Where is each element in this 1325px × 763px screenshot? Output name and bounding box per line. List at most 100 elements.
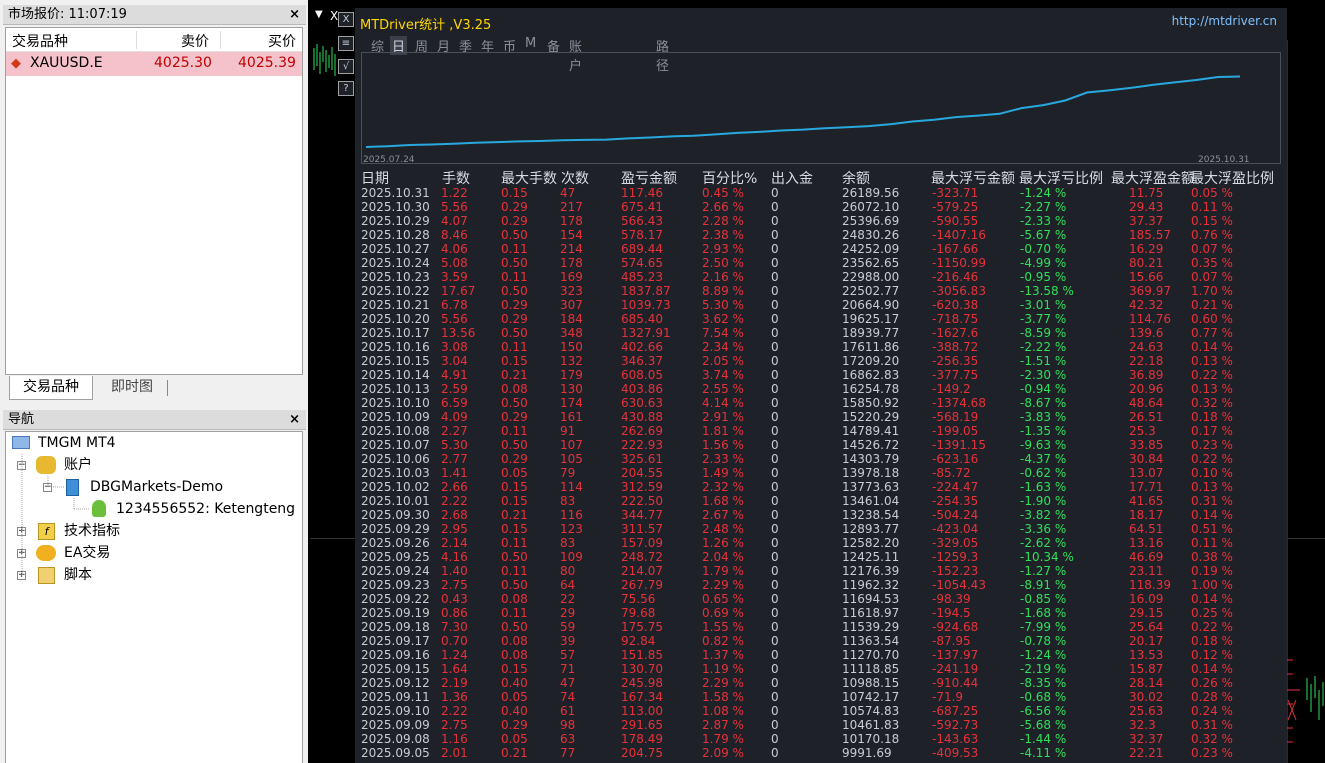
expand-ea-toggle[interactable]: + <box>17 549 26 558</box>
overlay-close-button[interactable]: X <box>338 12 354 27</box>
table-cell: -1.51 % <box>1020 354 1067 368</box>
tree-root-label: TMGM MT4 <box>38 435 116 451</box>
table-cell: 0.40 <box>501 704 528 718</box>
table-cell: 16.29 <box>1129 242 1164 256</box>
table-cell: 0.69 % <box>702 606 744 620</box>
table-cell: 307 <box>560 298 583 312</box>
collapse-accounts-toggle[interactable]: − <box>17 461 26 470</box>
table-cell: -8.35 % <box>1020 676 1067 690</box>
table-cell: 2.59 <box>441 382 468 396</box>
table-cell: 2.05 % <box>702 354 744 368</box>
table-cell: 1039.73 <box>621 298 671 312</box>
table-cell: -620.38 <box>932 298 979 312</box>
tree-scripts-label: 脚本 <box>64 567 92 583</box>
col-ask[interactable]: 买价 <box>268 31 296 51</box>
overlay-check-button[interactable]: √ <box>338 59 354 74</box>
table-cell: 26072.10 <box>842 200 900 214</box>
table-cell: 123 <box>560 522 583 536</box>
table-cell: 2.29 % <box>702 676 744 690</box>
table-cell: -8.91 % <box>1020 578 1067 592</box>
table-cell: -0.85 % <box>1020 592 1067 606</box>
table-cell: 214.07 <box>621 564 663 578</box>
table-cell: 2.66 % <box>702 200 744 214</box>
overlay-menu-button[interactable]: ≡ <box>338 36 354 51</box>
table-cell: 2025.09.08 <box>361 732 430 746</box>
table-cell: 114 <box>560 480 583 494</box>
table-cell: 0 <box>771 550 779 564</box>
table-cell: -0.68 % <box>1020 690 1067 704</box>
table-cell: 0.50 <box>501 256 528 270</box>
col-symbol[interactable]: 交易品种 <box>12 31 68 51</box>
table-cell: 2025.10.08 <box>361 424 430 438</box>
table-cell: 1.41 <box>441 466 468 480</box>
tab-magic[interactable]: M <box>525 36 536 51</box>
indicator-icon: f <box>38 523 55 540</box>
table-cell: 0 <box>771 270 779 284</box>
table-cell: 0 <box>771 368 779 382</box>
overlay-help-button[interactable]: ? <box>338 81 354 96</box>
table-cell: 0.21 <box>501 368 528 382</box>
collapse-server-toggle[interactable]: − <box>43 483 52 492</box>
table-cell: 0 <box>771 676 779 690</box>
table-cell: 2025.10.09 <box>361 410 430 424</box>
table-cell: 0.77 % <box>1191 326 1233 340</box>
table-cell: 11118.85 <box>842 662 900 676</box>
market-watch-close-button[interactable]: × <box>289 5 300 25</box>
tab-tick-chart[interactable]: 即时图 <box>97 376 167 400</box>
table-cell: -216.46 <box>932 270 979 284</box>
mt4-window: ▼ X X ≡ √ ? MTDriver统计 ,V3.25 http://mtd… <box>0 0 1325 763</box>
table-cell: 22502.77 <box>842 284 900 298</box>
table-cell: -0.70 % <box>1020 242 1067 256</box>
market-watch-row[interactable]: ◆ XAUUSD.E 4025.30 4025.39 <box>6 52 302 76</box>
chart-close-button[interactable]: X <box>330 9 338 23</box>
table-cell: 2025.10.29 <box>361 214 430 228</box>
table-cell: 0.23 % <box>1191 746 1233 760</box>
table-cell: 2025.10.07 <box>361 438 430 452</box>
table-cell: 8.46 <box>441 228 468 242</box>
table-cell: 0.13 % <box>1191 480 1233 494</box>
table-cell: 0.35 % <box>1191 256 1233 270</box>
table-cell: 2.75 <box>441 718 468 732</box>
table-cell: 83 <box>560 536 576 550</box>
table-cell: -194.5 <box>932 606 971 620</box>
table-cell: -1.44 % <box>1020 732 1067 746</box>
expand-indicators-toggle[interactable]: + <box>17 527 26 536</box>
table-cell: 2.09 % <box>702 746 744 760</box>
stats-link[interactable]: http://mtdriver.cn <box>1172 14 1277 28</box>
table-cell: 2025.10.02 <box>361 480 430 494</box>
table-cell: 2.38 % <box>702 228 744 242</box>
table-cell: -2.22 % <box>1020 340 1067 354</box>
table-cell: 5.30 % <box>702 298 744 312</box>
table-cell: 312.59 <box>621 480 663 494</box>
navigator-close-button[interactable]: × <box>289 410 300 430</box>
table-cell: 0 <box>771 536 779 550</box>
table-cell: -4.37 % <box>1020 452 1067 466</box>
table-cell: 1.22 <box>441 186 468 200</box>
table-cell: 10574.83 <box>842 704 900 718</box>
table-cell: -377.75 <box>932 368 979 382</box>
table-cell: 2025.09.05 <box>361 746 430 760</box>
table-cell: -3.82 % <box>1020 508 1067 522</box>
table-cell: -2.62 % <box>1020 536 1067 550</box>
table-cell: 1.49 % <box>702 466 744 480</box>
table-cell: -2.27 % <box>1020 200 1067 214</box>
table-cell: 118.39 <box>1129 578 1171 592</box>
table-cell: 4.07 <box>441 214 468 228</box>
table-cell: 5.08 <box>441 256 468 270</box>
table-cell: 0 <box>771 284 779 298</box>
table-cell: 1.79 % <box>702 732 744 746</box>
table-cell: 2.75 <box>441 578 468 592</box>
table-cell: 174 <box>560 396 583 410</box>
table-cell: 430.88 <box>621 410 663 424</box>
table-cell: -1.24 % <box>1020 648 1067 662</box>
col-bid[interactable]: 卖价 <box>181 31 209 51</box>
table-cell: 0.50 <box>501 284 528 298</box>
table-cell: 17209.20 <box>842 354 900 368</box>
table-cell: 0.15 <box>501 662 528 676</box>
table-cell: -3.01 % <box>1020 298 1067 312</box>
header-col-10: 最大浮盈金额 <box>1111 171 1195 187</box>
table-cell: 1.24 <box>441 648 468 662</box>
tab-symbols[interactable]: 交易品种 <box>9 376 93 400</box>
expand-scripts-toggle[interactable]: + <box>17 571 26 580</box>
table-cell: 2.95 <box>441 522 468 536</box>
